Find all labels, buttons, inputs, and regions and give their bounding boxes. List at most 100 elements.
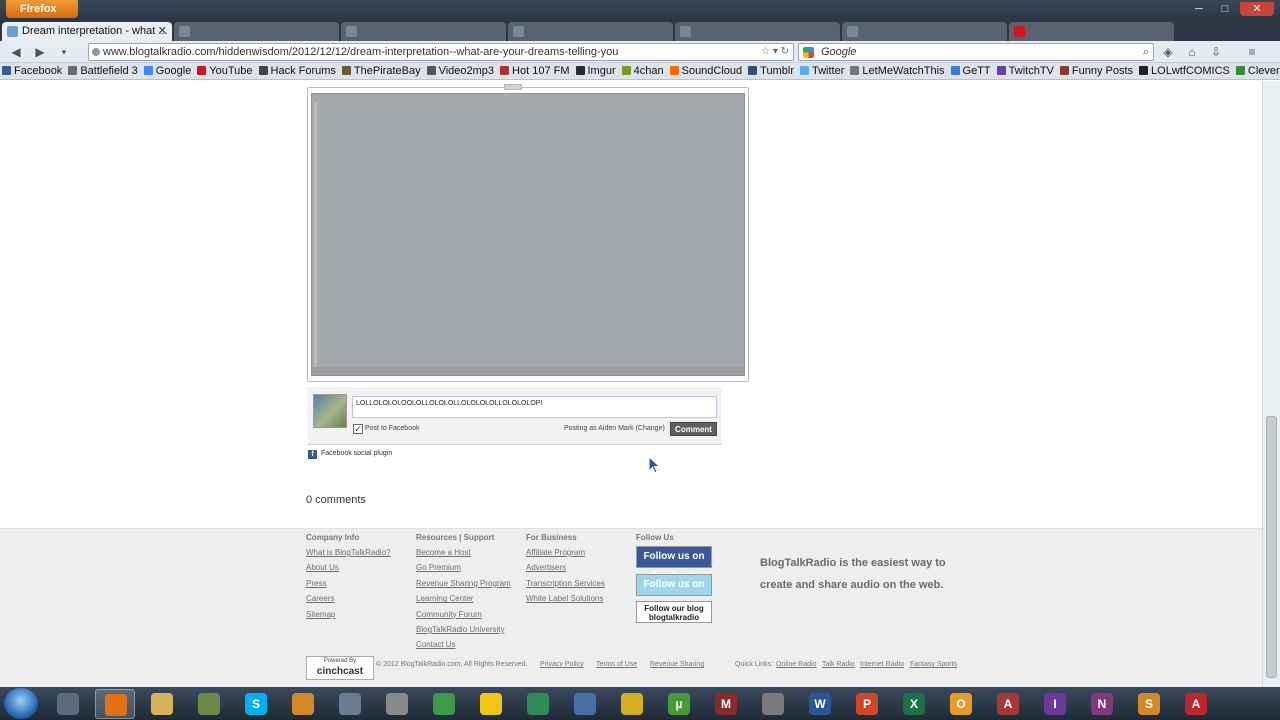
home-icon[interactable]: ⌂ — [1184, 44, 1200, 60]
menu-icon[interactable]: ≡ — [1244, 44, 1260, 60]
privacy-policy-link[interactable]: Privacy Policy — [540, 661, 584, 668]
taskbar-app11-button[interactable] — [518, 689, 558, 719]
footer-link-advertisers[interactable]: Advertisers — [526, 563, 605, 578]
comment-button[interactable]: Comment — [670, 422, 717, 436]
close-tab-icon[interactable]: ✕ — [158, 22, 167, 41]
footer-link-about-us[interactable]: About Us — [306, 563, 390, 578]
follow-blog-badge[interactable]: Follow our blog blogtalkradio — [636, 601, 712, 623]
embedded-player[interactable] — [311, 93, 745, 376]
taskbar-games-button[interactable] — [189, 689, 229, 719]
forward-button[interactable]: ▶ — [32, 44, 48, 60]
quick-link-fantasy-sports[interactable]: Fantasy Sports — [910, 661, 957, 668]
bookmark-video2mp3[interactable]: Video2mp3 — [425, 63, 498, 79]
taskbar-explorer-button[interactable] — [142, 689, 182, 719]
quick-link-internet-radio[interactable]: Internet Radio — [860, 661, 904, 668]
bookmark-tumblr[interactable]: Tumblr — [746, 63, 798, 79]
powered-by-cinchcast-logo[interactable]: Powered By cinchcast — [306, 656, 374, 680]
player-drag-handle[interactable] — [504, 84, 522, 90]
tab-dream-interpretation[interactable]: Dream interpretation - what ... ✕ — [2, 22, 172, 41]
tab-7[interactable] — [1009, 22, 1174, 41]
taskbar-firefox-button[interactable] — [95, 689, 135, 719]
bookmark-google[interactable]: Google — [142, 63, 195, 79]
footer-link-sitemap[interactable]: Sitemap — [306, 610, 390, 625]
taskbar-onenote-button[interactable]: N — [1082, 689, 1122, 719]
taskbar-app13-button[interactable] — [612, 689, 652, 719]
footer-link-affiliate-program[interactable]: Affiliate Program — [526, 548, 605, 563]
bookmark-thepiratebay[interactable]: ThePirateBay — [340, 63, 425, 79]
taskbar-excel-button[interactable]: X — [894, 689, 934, 719]
bookmark-hot-107-fm[interactable]: Hot 107 FM — [498, 63, 573, 79]
addon-icon[interactable]: ◈ — [1160, 44, 1176, 60]
footer-link-contact-us[interactable]: Contact Us — [416, 640, 511, 655]
bookmark-imgur[interactable]: Imgur — [574, 63, 620, 79]
footer-link-revenue-sharing-program[interactable]: Revenue Sharing Program — [416, 579, 511, 594]
footer-link-white-label-solutions[interactable]: White Label Solutions — [526, 594, 605, 609]
follow-facebook-badge[interactable]: Follow us on facebook — [636, 546, 712, 582]
taskbar-app16-button[interactable] — [753, 689, 793, 719]
taskbar-word-button[interactable]: W — [800, 689, 840, 719]
facebook-social-plugin-label[interactable]: f Facebook social plugin — [308, 449, 392, 459]
post-to-facebook-checkbox[interactable]: ✓ — [353, 424, 363, 434]
bookmark-twitter[interactable]: Twitter — [798, 63, 848, 79]
history-dropdown-icon[interactable]: ▾ — [56, 44, 72, 60]
footer-link-press[interactable]: Press — [306, 579, 390, 594]
terms-of-use-link[interactable]: Terms of Use — [596, 661, 637, 668]
footer-link-community-forum[interactable]: Community Forum — [416, 610, 511, 625]
tab-5[interactable] — [675, 22, 840, 41]
footer-link-become-a-host[interactable]: Become a Host — [416, 548, 511, 563]
tab-3[interactable] — [341, 22, 506, 41]
taskbar-utorrent-button[interactable]: µ — [659, 689, 699, 719]
revenue-sharing-link[interactable]: Revenue Sharing — [650, 661, 704, 668]
bookmark-hack-forums[interactable]: Hack Forums — [257, 63, 340, 79]
taskbar-app7-button[interactable] — [330, 689, 370, 719]
taskbar-adobe-button[interactable]: A — [1176, 689, 1216, 719]
taskbar-app8-button[interactable] — [377, 689, 417, 719]
taskbar-sharepoint-button[interactable]: S — [1129, 689, 1169, 719]
taskbar-norton-button[interactable] — [471, 689, 511, 719]
taskbar-access-button[interactable]: A — [988, 689, 1028, 719]
page-scrollbar[interactable] — [1262, 81, 1280, 687]
taskbar-powerpoint-button[interactable]: P — [847, 689, 887, 719]
footer-link-go-premium[interactable]: Go Premium — [416, 563, 511, 578]
bookmark-soundcloud[interactable]: SoundCloud — [668, 63, 747, 79]
taskbar-skype-button[interactable]: S — [236, 689, 276, 719]
tab-2[interactable] — [174, 22, 339, 41]
downloads-icon[interactable]: ⇩ — [1208, 44, 1224, 60]
google-engine-icon[interactable] — [803, 47, 814, 58]
site-identity-icon[interactable] — [92, 48, 100, 56]
search-box[interactable]: Google ⌕ — [798, 43, 1154, 61]
search-icon[interactable]: ⌕ — [1143, 44, 1149, 60]
taskbar-outlook-button[interactable]: O — [941, 689, 981, 719]
address-bar[interactable]: www.blogtalkradio.com/hiddenwisdom/2012/… — [88, 43, 794, 61]
bookmark-facebook[interactable]: Facebook — [0, 63, 66, 79]
taskbar-media-button[interactable] — [283, 689, 323, 719]
footer-link-learning-center[interactable]: Learning Center — [416, 594, 511, 609]
posting-as-text[interactable]: Posting as Aiden Mark (Change) — [564, 424, 665, 434]
footer-link-careers[interactable]: Careers — [306, 594, 390, 609]
comment-input[interactable]: LOLLOLOLOLOOLOLLOLOLOLLOLOLOLOLLOLOLOLOP… — [352, 396, 717, 418]
bookmark-star-icon[interactable]: ☆ ▾ ↻ — [761, 44, 789, 60]
bookmark-battlefield-3[interactable]: Battlefield 3 — [66, 63, 141, 79]
maximize-button[interactable]: □ — [1212, 2, 1238, 16]
start-button[interactable] — [4, 688, 38, 719]
bookmark-youtube[interactable]: YouTube — [195, 63, 256, 79]
footer-link-transcription-services[interactable]: Transcription Services — [526, 579, 605, 594]
taskbar-infopath-button[interactable]: I — [1035, 689, 1075, 719]
quick-link-talk-radio[interactable]: Talk Radio — [822, 661, 855, 668]
firefox-menu-button[interactable]: Firefox — [6, 0, 78, 18]
tab-6[interactable] — [842, 22, 1007, 41]
close-window-button[interactable]: ✕ — [1240, 2, 1274, 16]
follow-twitter-badge[interactable]: Follow us on twitter — [636, 574, 712, 610]
bookmark-funny-posts[interactable]: Funny Posts — [1058, 63, 1137, 79]
bookmark-lolwtfcomics[interactable]: LOLwtfCOMICS — [1137, 63, 1234, 79]
quick-link-online-radio[interactable]: Online Radio — [776, 661, 816, 668]
taskbar-app15-button[interactable]: M — [706, 689, 746, 719]
bookmark-cleverbot[interactable]: Cleverbot — [1234, 63, 1280, 79]
bookmark-letmewatchthis[interactable]: LetMeWatchThis — [848, 63, 948, 79]
tab-4[interactable] — [508, 22, 673, 41]
taskbar-steam-button[interactable] — [48, 689, 88, 719]
footer-link-blogtalkradio-university[interactable]: BlogTalkRadio University — [416, 625, 511, 640]
minimize-button[interactable]: ─ — [1186, 2, 1212, 16]
footer-link-what-is-blogtalkradio[interactable]: What is BlogTalkRadio? — [306, 548, 390, 563]
bookmark-4chan[interactable]: 4chan — [620, 63, 668, 79]
